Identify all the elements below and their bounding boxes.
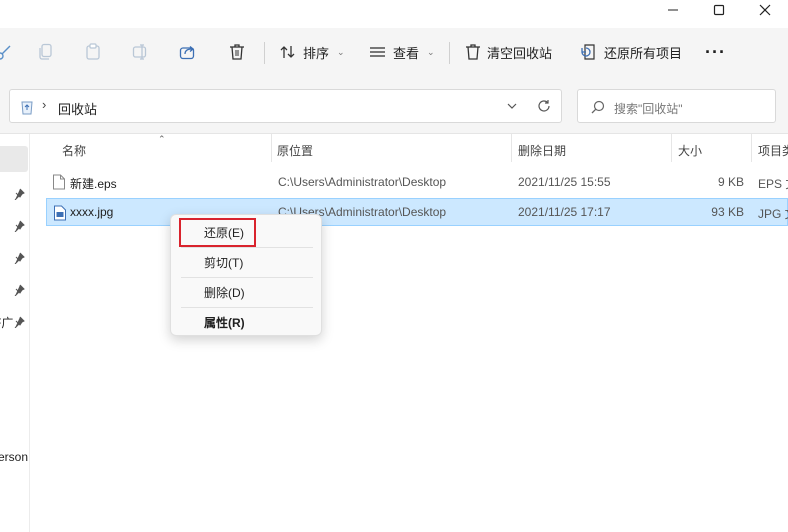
column-divider[interactable] (751, 134, 752, 162)
share-tool[interactable] (178, 42, 198, 62)
column-divider[interactable] (511, 134, 512, 162)
menu-item-label: 剪切(T) (204, 256, 244, 270)
file-deleted-date: 2021/11/25 15:55 (518, 175, 611, 189)
pin-icon[interactable] (13, 220, 25, 232)
navigation-bar: › 回收站 搜索"回收站" (0, 76, 788, 134)
sort-label: 排序 (303, 45, 330, 61)
pin-icon[interactable] (13, 316, 25, 328)
sort-icon (280, 46, 295, 58)
column-header-location[interactable]: 原位置 (277, 142, 313, 159)
pin-icon[interactable] (13, 252, 25, 264)
chevron-right-icon: › (42, 97, 47, 112)
file-size: 9 KB (717, 175, 744, 189)
table-row[interactable]: 新建.eps C:\Users\Administrator\Desktop 20… (46, 168, 788, 196)
pin-icon[interactable] (13, 188, 25, 200)
chevron-down-icon[interactable] (504, 98, 520, 114)
copy-tool[interactable] (36, 42, 56, 62)
file-list: ⌃ 名称 原位置 删除日期 大小 项目类 新建.eps C:\Users\Adm… (30, 134, 788, 532)
toolbar-separator (264, 42, 265, 64)
breadcrumb-recycle-bin[interactable]: 回收站 (58, 99, 97, 118)
rename-tool[interactable] (131, 42, 151, 62)
chevron-down-icon: ⌄ (337, 46, 345, 57)
scissors-icon (0, 45, 11, 60)
menu-item-label: 删除(D) (204, 286, 245, 300)
navigation-pane: F广 erson (0, 134, 30, 532)
view-label: 查看 (393, 45, 420, 61)
more-options-label: ··· (705, 41, 726, 62)
menu-item-properties[interactable]: 属性(R) (175, 307, 319, 335)
empty-recycle-bin-label: 清空回收站 (487, 45, 553, 61)
rename-icon (132, 44, 147, 60)
table-row-selected[interactable]: xxxx.jpg C:\Users\Administrator\Desktop … (46, 198, 788, 226)
column-header-type[interactable]: 项目类 (758, 142, 788, 159)
toolbar-separator (449, 42, 450, 64)
restore-all-label: 还原所有项目 (604, 45, 683, 61)
nav-item-label[interactable]: erson (0, 450, 28, 464)
close-icon (759, 4, 771, 16)
paste-tool[interactable] (83, 42, 103, 62)
sort-indicator-icon: ⌃ (158, 134, 166, 144)
restore-icon (581, 44, 595, 60)
file-name: xxxx.jpg (70, 205, 114, 219)
minimize-icon (668, 9, 678, 11)
column-divider[interactable] (271, 134, 272, 162)
share-icon (179, 46, 195, 60)
search-placeholder: 搜索"回收站" (614, 102, 683, 116)
window-controls (650, 0, 788, 20)
column-header-deleted[interactable]: 删除日期 (518, 142, 566, 159)
column-divider[interactable] (671, 134, 672, 162)
chevron-down-icon: ⌄ (427, 46, 435, 57)
search-icon (591, 100, 605, 114)
image-file-icon (54, 205, 66, 221)
file-size: 93 KB (711, 205, 744, 219)
menu-item-label: 属性(R) (204, 316, 245, 330)
view-button[interactable]: 查看 ⌄ (369, 40, 435, 64)
column-header-name[interactable]: 名称 (62, 142, 86, 159)
cut-tool[interactable] (0, 42, 14, 62)
sort-button[interactable]: 排序 ⌄ (279, 40, 345, 64)
more-options-button[interactable]: ··· (705, 40, 726, 64)
file-location: C:\Users\Administrator\Desktop (278, 175, 447, 189)
menu-item-cut[interactable]: 剪切(T) (175, 247, 319, 275)
recycle-bin-icon (21, 101, 33, 115)
file-name: 新建.eps (70, 177, 117, 191)
file-type: EPS 文 (758, 177, 788, 191)
trash-icon (230, 44, 244, 60)
paste-icon (86, 43, 100, 60)
refresh-icon[interactable] (536, 98, 552, 114)
column-header-size[interactable]: 大小 (678, 142, 702, 159)
delete-tool[interactable] (227, 42, 247, 62)
copy-icon (39, 43, 52, 60)
maximize-icon (713, 4, 725, 16)
pin-icon[interactable] (13, 284, 25, 296)
empty-recycle-bin-button[interactable]: 清空回收站 (465, 40, 552, 64)
minimize-button[interactable] (650, 0, 696, 20)
highlight-annotation-box (179, 218, 256, 247)
menu-item-delete[interactable]: 删除(D) (175, 277, 319, 305)
nav-item-label[interactable]: F广 (0, 314, 13, 331)
file-deleted-date: 2021/11/25 17:17 (518, 205, 611, 219)
restore-all-button[interactable]: 还原所有项目 (580, 40, 682, 64)
file-icon (53, 174, 65, 190)
nav-item-selected[interactable] (0, 146, 28, 172)
command-bar: 排序 ⌄ 查看 ⌄ 清空回收站 还原所有项目 ··· (0, 28, 788, 76)
file-type: JPG 文 (758, 207, 788, 221)
close-button[interactable] (742, 0, 788, 20)
context-menu: 还原(E) 剪切(T) 删除(D) 属性(R) (170, 214, 322, 336)
address-bar[interactable]: › 回收站 (9, 89, 562, 123)
search-box[interactable]: 搜索"回收站" (577, 89, 776, 123)
maximize-button[interactable] (696, 0, 742, 20)
trash-icon (466, 44, 480, 60)
view-list-icon (370, 47, 385, 57)
